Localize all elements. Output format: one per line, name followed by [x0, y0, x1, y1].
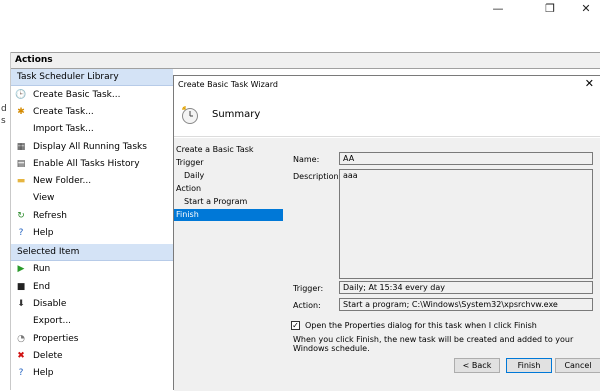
- trigger-field[interactable]: Daily; At 15:34 every day: [339, 281, 593, 294]
- action-enable-all-tasks-history[interactable]: ▤ Enable All Tasks History: [11, 155, 173, 172]
- delete-icon: ✖: [17, 350, 25, 361]
- open-properties-checkbox[interactable]: ✓: [291, 321, 300, 330]
- actions-header: Actions: [11, 52, 600, 69]
- wizard-step-action: Action: [176, 184, 202, 193]
- finish-button[interactable]: Finish: [506, 358, 552, 373]
- help-icon: ?: [18, 228, 24, 239]
- close-window-button[interactable]: ✕: [572, 0, 600, 16]
- disable-icon: ⬇: [17, 298, 25, 309]
- history-icon: ▤: [16, 158, 26, 169]
- description-field[interactable]: aaa: [339, 169, 593, 279]
- run-icon: ▶: [17, 264, 25, 275]
- action-import-task[interactable]: Import Task...: [11, 121, 173, 138]
- action-help[interactable]: ? Help: [11, 364, 173, 381]
- wizard-step-finish: Finish: [174, 209, 283, 221]
- create-basic-task-icon: 🕒: [15, 89, 27, 100]
- clock-icon: [182, 105, 198, 124]
- wizard-step-trigger: Trigger: [176, 158, 204, 167]
- action-label: New Folder...: [33, 176, 92, 187]
- minimize-button[interactable]: —: [484, 0, 512, 16]
- wizard-close-button[interactable]: ✕: [585, 77, 594, 90]
- cancel-button[interactable]: Cancel: [555, 358, 600, 373]
- wizard-step-create-a-basic-task: Create a Basic Task: [176, 145, 254, 154]
- action-label: Import Task...: [33, 124, 94, 135]
- wizard-step-daily: Daily: [184, 171, 205, 180]
- trigger-label: Trigger:: [293, 284, 324, 293]
- left-strip-text-2: s: [1, 116, 6, 126]
- wizard-body: Create a Basic Task Trigger Daily Action Sta…: [174, 138, 600, 391]
- restore-button[interactable]: ❐: [536, 0, 564, 16]
- wizard-banner: Summary: [174, 93, 600, 137]
- export-icon: [15, 315, 27, 327]
- action-field[interactable]: Start a program; C:\Windows\System32\xps…: [339, 298, 593, 311]
- action-delete[interactable]: ✖ Delete: [11, 347, 173, 364]
- action-label: Help: [33, 368, 54, 379]
- wizard-title: Create Basic Task Wizard: [178, 80, 278, 89]
- name-field[interactable]: AA: [339, 152, 593, 165]
- library-section-header[interactable]: Task Scheduler Library: [11, 69, 173, 86]
- folder-icon: ▬: [16, 176, 26, 187]
- create-basic-task-wizard: Create Basic Task Wizard ✕ Summary Creat…: [173, 75, 600, 391]
- action-properties[interactable]: ◔ Properties: [11, 330, 173, 347]
- action-label: Disable: [33, 298, 67, 309]
- wizard-steps: Create a Basic Task Trigger Daily Action Sta…: [174, 138, 283, 391]
- create-task-icon: ✱: [17, 106, 25, 117]
- wizard-step-start-a-program: Start a Program: [184, 197, 248, 206]
- open-properties-label: Open the Properties dialog for this task…: [305, 321, 537, 330]
- action-run[interactable]: ▶ Run: [11, 261, 173, 278]
- action-label: Enable All Tasks History: [33, 158, 140, 169]
- action-label: Delete: [33, 350, 63, 361]
- properties-icon: ◔: [17, 333, 25, 344]
- action-label: Create Task...: [33, 106, 94, 117]
- action-label: View: [33, 193, 55, 204]
- selected-item-section-header[interactable]: Selected Item: [11, 243, 173, 261]
- end-icon: ■: [16, 281, 26, 292]
- action-create-basic-task[interactable]: 🕒 Create Basic Task...: [11, 86, 173, 103]
- action-create-task[interactable]: ✱ Create Task...: [11, 103, 173, 120]
- action-label: Properties: [33, 333, 79, 344]
- action-label: Export...: [33, 316, 72, 327]
- running-tasks-icon: ▦: [16, 141, 26, 152]
- action-view[interactable]: View: [11, 190, 173, 207]
- help-icon: ?: [18, 368, 24, 379]
- window-titlebar: — ❐ ✕: [0, 0, 600, 52]
- import-icon: [15, 123, 27, 135]
- action-label: Display All Running Tasks: [33, 141, 147, 152]
- wizard-heading: Summary: [212, 109, 261, 120]
- action-label: Action:: [293, 301, 321, 310]
- left-strip-text-1: d: [1, 104, 7, 114]
- action-label: Run: [33, 264, 51, 275]
- action-end[interactable]: ■ End: [11, 278, 173, 295]
- view-icon: [15, 192, 27, 204]
- action-label: Help: [33, 228, 54, 239]
- action-refresh[interactable]: ↻ Refresh: [11, 207, 173, 224]
- left-pane-edge: d s: [0, 52, 11, 390]
- back-button[interactable]: < Back: [454, 358, 500, 373]
- action-new-folder[interactable]: ▬ New Folder...: [11, 172, 173, 189]
- name-label: Name:: [293, 155, 320, 164]
- refresh-icon: ↻: [17, 210, 25, 221]
- action-help[interactable]: ? Help: [11, 224, 173, 241]
- action-display-all-running-tasks[interactable]: ▦ Display All Running Tasks: [11, 138, 173, 155]
- action-label: Refresh: [33, 210, 67, 221]
- action-disable[interactable]: ⬇ Disable: [11, 295, 173, 312]
- action-label: Create Basic Task...: [33, 89, 121, 100]
- description-label: Description:: [293, 172, 342, 181]
- action-export[interactable]: Export...: [11, 313, 173, 330]
- finish-note: When you click Finish, the new task will…: [293, 335, 574, 353]
- action-label: End: [33, 281, 51, 292]
